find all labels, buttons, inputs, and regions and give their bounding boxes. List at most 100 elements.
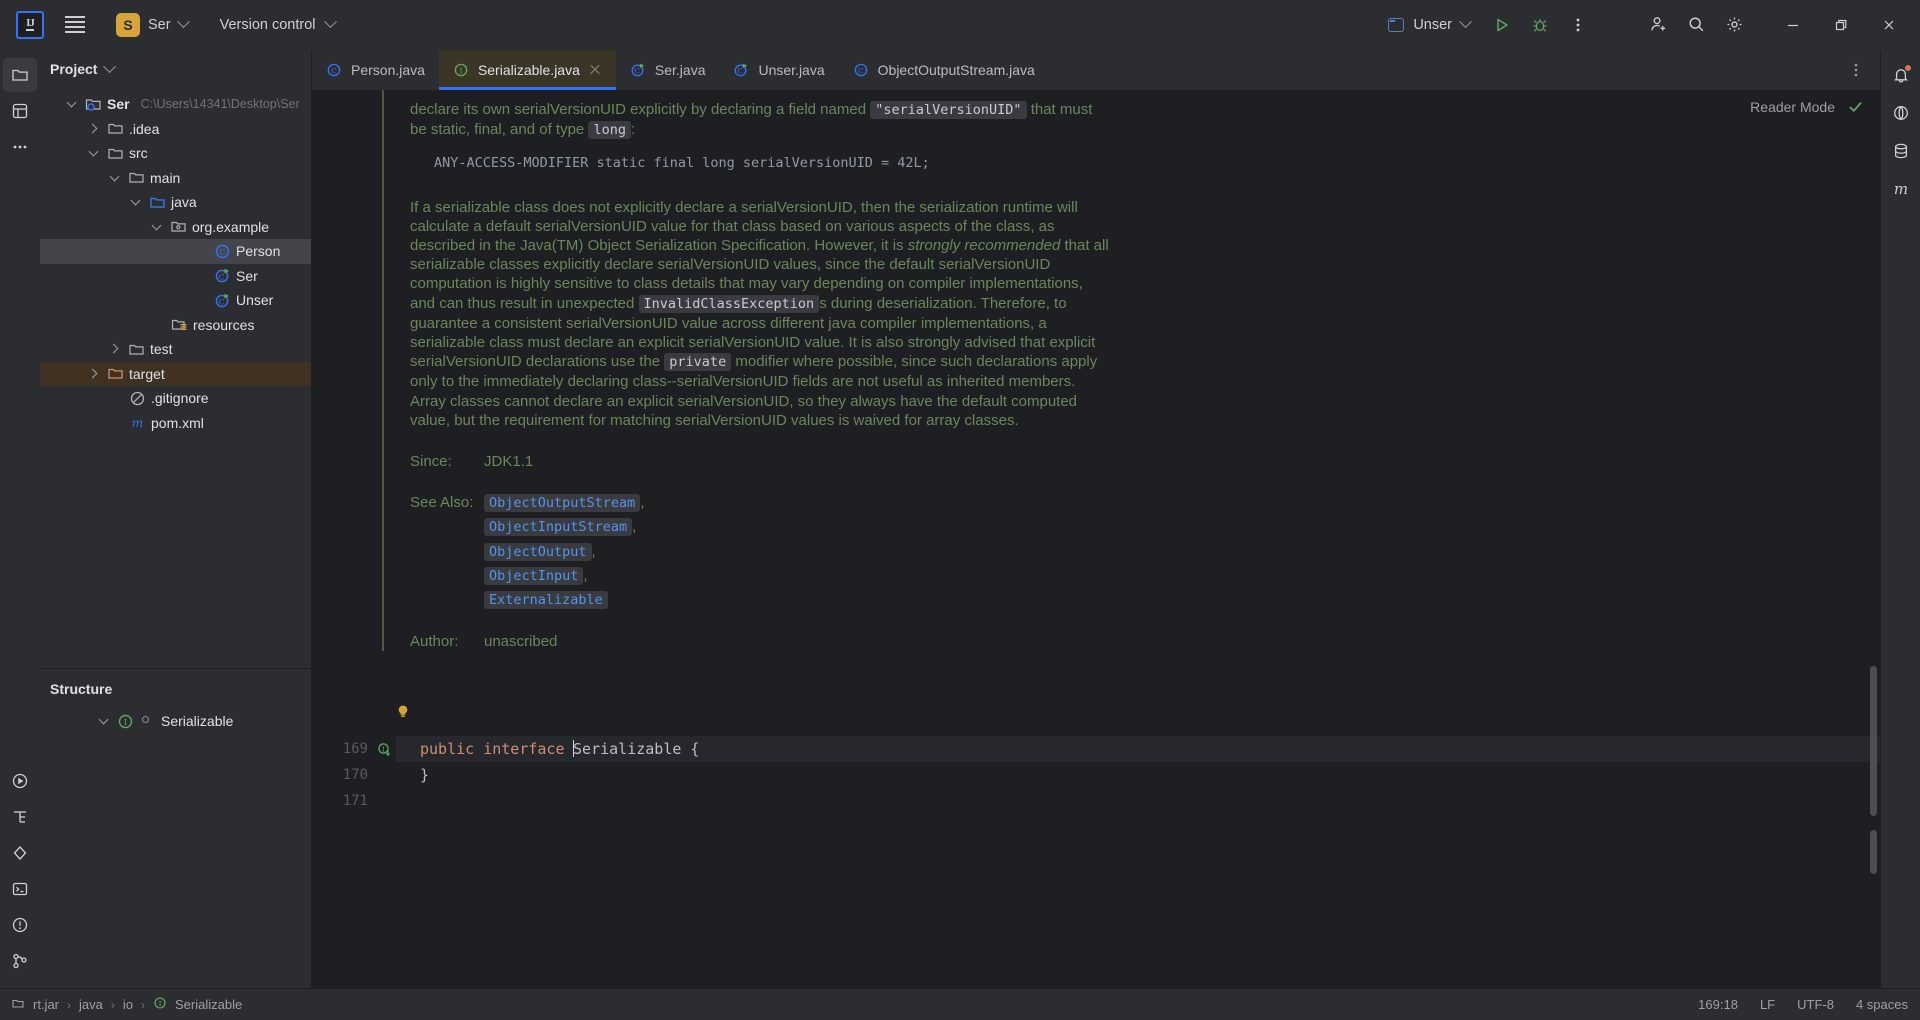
sidebar-item-more-tools[interactable] [3,130,37,164]
chevron-down-icon[interactable] [128,194,144,210]
more-vertical-icon[interactable] [1838,52,1874,88]
indent-setting[interactable]: 4 spaces [1856,997,1908,1012]
tree-label: .gitignore [151,390,209,407]
tree-row-gitignore[interactable]: .gitignore [40,386,311,411]
sidebar-item-project[interactable] [3,58,37,92]
tree-row-ser-class[interactable]: C Ser [40,264,311,289]
tree-row-java[interactable]: java [40,190,311,215]
tree-row-target[interactable]: target [40,361,311,386]
chevron-down-icon[interactable] [86,145,102,161]
maven-icon[interactable]: m [1884,172,1918,206]
breadcrumb-rt-jar[interactable]: rt.jar [6,994,64,1015]
sidebar-item-version-control[interactable] [3,944,37,978]
chevron-down-icon[interactable] [96,713,112,729]
chevron-down-icon[interactable] [103,59,117,73]
breadcrumb-serializable[interactable]: I Serializable [148,994,247,1015]
project-selector[interactable]: S Ser [110,10,194,40]
sidebar-item-structure[interactable] [3,800,37,834]
sidebar-item-commit[interactable] [3,94,37,128]
folder-icon [128,341,145,358]
project-name: Ser [148,16,171,33]
javadoc-link[interactable]: Externalizable [484,591,608,610]
chevron-right-icon[interactable] [107,341,123,357]
database-icon[interactable] [1884,134,1918,168]
breadcrumb-java[interactable]: java [74,995,108,1014]
chevron-down-icon[interactable] [149,219,165,235]
line-separator[interactable]: LF [1760,997,1775,1012]
project-tree[interactable]: Ser C:\Users\14341\Desktop\Ser .idea src… [40,88,311,668]
status-bar-right: 169:18 LF UTF-8 4 spaces [1698,997,1908,1012]
gear-icon[interactable] [1716,7,1752,43]
run-configuration-selector[interactable]: Unser [1380,13,1478,37]
since-value: JDK1.1 [484,453,534,471]
javadoc-emphasis: strongly recommended [907,237,1061,255]
code-line-170[interactable]: 170 } [343,762,1880,788]
code-keyword: public interface [420,740,574,758]
structure-tree[interactable]: I Serializable [40,709,311,734]
tree-row-resources[interactable]: resources [40,313,311,338]
sidebar-item-problems[interactable] [3,908,37,942]
ai-assistant-icon[interactable] [1884,96,1918,130]
sidebar-item-run[interactable] [3,764,37,798]
chevron-right-icon[interactable] [86,121,102,137]
search-icon[interactable] [1678,7,1714,43]
structure-row-serializable[interactable]: I Serializable [40,709,311,734]
implemented-interface-gutter-icon[interactable]: I [372,742,396,757]
tree-row-src[interactable]: src [40,141,311,166]
tree-row-org-example[interactable]: org.example [40,215,311,240]
notifications-icon[interactable] [1884,58,1918,92]
chevron-down-icon[interactable] [64,96,80,112]
javadoc-link[interactable]: ObjectOutputStream [484,494,641,513]
run-button[interactable] [1484,7,1520,43]
editor-scrollbar-vertical[interactable] [1869,90,1878,988]
tree-label: target [129,365,165,382]
debug-button[interactable] [1522,7,1558,43]
tree-row-test[interactable]: test [40,337,311,362]
title-bar-left: IJ S Ser Version control [10,8,341,42]
javadoc-link[interactable]: ObjectInputStream [484,518,633,537]
editor-tabs: C Person.java I Serializable.java C Ser.… [312,50,1880,90]
version-control-menu[interactable]: Version control [214,14,341,36]
java-interface-icon: I [453,62,470,79]
sidebar-item-terminal[interactable] [3,872,37,906]
tree-row-person[interactable]: C Person [40,239,311,264]
tree-row-ser[interactable]: Ser C:\Users\14341\Desktop\Ser [40,92,311,117]
restore-icon[interactable] [1818,7,1864,43]
tree-row-pom-xml[interactable]: m pom.xml [40,411,311,436]
close-tab-icon[interactable] [588,63,602,77]
panel-title: Project [50,61,98,77]
breadcrumb-io[interactable]: io [118,995,138,1014]
editor-content[interactable]: Reader Mode declare its own serialVersio… [343,90,1880,988]
javadoc-body-5: computation is highly sensitive to class… [410,275,1083,293]
source-folder-icon [149,194,166,211]
breadcrumb-label: rt.jar [33,997,59,1012]
code-line-169[interactable]: 169 I public interface Serializable { [343,736,1880,762]
editor-tabs-actions [1838,50,1880,90]
code-editor[interactable]: Reader Mode declare its own serialVersio… [312,90,1880,988]
code-line-171[interactable]: 171 [343,788,1880,814]
svg-text:C: C [331,66,337,75]
add-user-icon[interactable] [1640,7,1676,43]
hamburger-icon[interactable] [58,8,92,42]
chevron-right-icon[interactable] [86,366,102,382]
tab-serializable-java[interactable]: I Serializable.java [438,50,616,90]
sidebar-item-services[interactable] [3,836,37,870]
tab-ser-java[interactable]: C Ser.java [616,50,720,90]
tree-row-unser-class[interactable]: C Unser [40,288,311,313]
javadoc-link[interactable]: ObjectOutput [484,542,592,561]
intention-bulb-icon[interactable] [395,704,411,720]
chevron-down-icon[interactable] [107,170,123,186]
code-lines[interactable]: 169 I public interface Serializable { 17… [343,736,1880,988]
close-icon[interactable] [1866,7,1912,43]
caret-position[interactable]: 169:18 [1698,997,1738,1012]
javadoc-link[interactable]: ObjectInput [484,566,584,585]
file-encoding[interactable]: UTF-8 [1797,997,1834,1012]
tab-unser-java[interactable]: C Unser.java [719,50,838,90]
javadoc-code-example: ANY-ACCESS-MODIFIER static final long se… [434,155,930,172]
more-actions-button[interactable] [1560,7,1596,43]
minimize-icon[interactable] [1770,7,1816,43]
tab-objectoutputstream-java[interactable]: C ObjectOutputStream.java [839,50,1049,90]
tree-row-idea[interactable]: .idea [40,117,311,142]
tab-person-java[interactable]: C Person.java [312,50,439,90]
tree-row-main[interactable]: main [40,166,311,191]
